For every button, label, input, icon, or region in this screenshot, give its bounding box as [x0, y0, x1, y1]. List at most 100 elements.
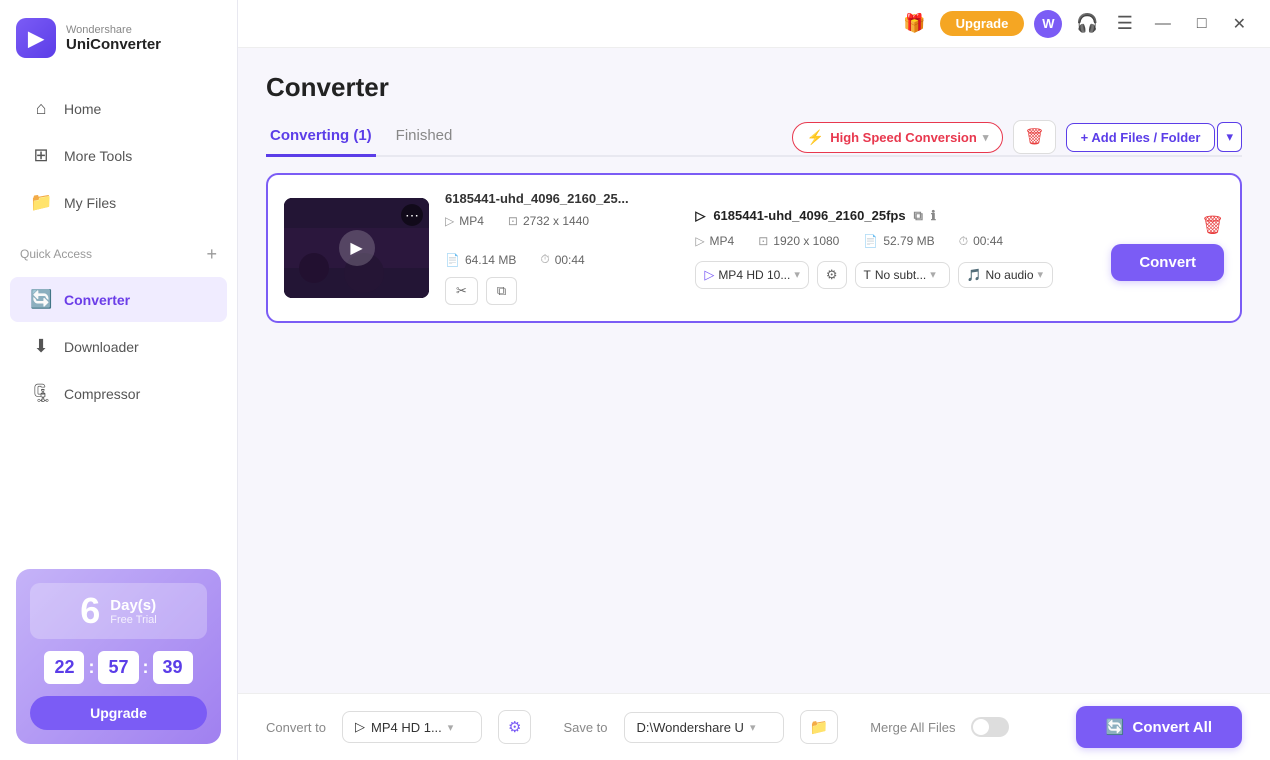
output-duration-icon: ⏱: [959, 234, 968, 249]
convert-to-select[interactable]: ▷ MP4 HD 1... ▾: [342, 711, 482, 743]
output-format-icon: ▷: [695, 208, 705, 224]
quick-access-add-button[interactable]: +: [206, 245, 217, 263]
sidebar-item-compressor[interactable]: 🗜 Compressor: [10, 371, 227, 416]
menu-icon[interactable]: ☰: [1113, 9, 1137, 38]
delete-all-button[interactable]: 🗑: [1013, 120, 1055, 154]
upgrade-button-sidebar[interactable]: Upgrade: [30, 696, 207, 730]
output-resolution-icon: ⊡: [758, 234, 768, 248]
merge-all-files-label: Merge All Files: [870, 720, 955, 735]
page-content: Converter Converting (1) Finished ⚡ High…: [238, 48, 1270, 693]
add-files-dropdown-button[interactable]: ▾: [1217, 122, 1242, 152]
save-to-chevron: ▾: [750, 721, 756, 734]
sidebar-item-label: My Files: [64, 195, 116, 211]
add-files-chevron-icon: ▾: [1226, 129, 1233, 144]
audio-select-dropdown[interactable]: 🎵 No audio ▾: [958, 262, 1053, 288]
sidebar-item-downloader[interactable]: ⬇ Downloader: [10, 324, 227, 369]
subtitle-select-dropdown[interactable]: T No subt... ▾: [855, 262, 950, 288]
format-select-dropdown[interactable]: ▷ MP4 HD 10... ▾: [695, 261, 809, 289]
home-icon: ⌂: [30, 98, 52, 119]
titlebar: 🎁 Upgrade W 🎧 ☰ — □ ✕: [238, 0, 1270, 48]
source-file-name: 6185441-uhd_4096_2160_25...: [445, 191, 679, 206]
close-button[interactable]: ✕: [1225, 10, 1254, 38]
maximize-button[interactable]: □: [1189, 11, 1215, 37]
sidebar-item-converter[interactable]: 🔄 Converter: [10, 277, 227, 322]
add-files-button[interactable]: + Add Files / Folder: [1066, 123, 1216, 152]
source-format-item: ▷ MP4: [445, 214, 484, 228]
file-thumbnail: ▶ ⋯: [284, 198, 429, 298]
sidebar-item-label: Compressor: [64, 386, 140, 402]
source-file-actions: ✂ ⧉: [445, 277, 679, 305]
convert-to-settings-button[interactable]: ⚙: [498, 710, 531, 744]
headset-icon[interactable]: 🎧: [1072, 9, 1102, 38]
sidebar-item-home[interactable]: ⌂ Home: [10, 86, 227, 131]
high-speed-conversion-button[interactable]: ⚡ High Speed Conversion ▾: [792, 122, 1004, 153]
merge-toggle[interactable]: [971, 717, 1009, 737]
my-files-icon: 📁: [30, 192, 52, 213]
file-delete-button[interactable]: 🗑: [1201, 215, 1224, 236]
save-to-label: Save to: [563, 720, 607, 735]
minimize-button[interactable]: —: [1147, 11, 1179, 37]
quick-access-label: Quick Access: [20, 247, 92, 261]
source-format: MP4: [459, 214, 484, 228]
delete-icon: 🗑: [1024, 129, 1044, 146]
days-word: Day(s): [110, 597, 156, 614]
product-name: UniConverter: [66, 36, 161, 53]
trial-card: 6 Day(s) Free Trial 22 : 57 : 39 Upgrade: [16, 569, 221, 744]
source-size: 64.14 MB: [465, 253, 516, 267]
brand-name: Wondershare: [66, 24, 161, 36]
tabs-toolbar: Converting (1) Finished ⚡ High Speed Con…: [266, 119, 1242, 157]
convert-button[interactable]: Convert: [1111, 244, 1224, 281]
save-to-select[interactable]: D:\Wondershare U ▾: [624, 712, 784, 743]
sidebar-item-label: Downloader: [64, 339, 139, 355]
format-icon: ▷: [445, 214, 454, 228]
info-icon[interactable]: ℹ: [931, 208, 936, 224]
lightning-icon: ⚡: [807, 129, 824, 146]
quick-access-header: Quick Access +: [0, 235, 237, 267]
output-format-icon2: ▷: [695, 234, 704, 248]
sidebar-item-my-files[interactable]: 📁 My Files: [10, 180, 227, 225]
convert-all-button[interactable]: 🔄 Convert All: [1076, 706, 1242, 748]
file-card: ▶ ⋯ 6185441-uhd_4096_2160_25... ▷ MP4 ⊡ …: [266, 173, 1242, 323]
convert-all-label: Convert All: [1133, 719, 1212, 736]
tab-finished[interactable]: Finished: [392, 119, 457, 157]
output-controls: ▷ MP4 HD 10... ▾ ⚙ T No subt... ▾ 🎵 N: [695, 261, 1075, 289]
free-trial-label: Free Trial: [110, 614, 156, 626]
page-title: Converter: [266, 72, 1242, 103]
settings-control-button[interactable]: ⚙: [817, 261, 847, 289]
format-select-icon: ▷: [704, 267, 714, 283]
countdown: 22 : 57 : 39: [30, 651, 207, 684]
avatar[interactable]: W: [1034, 10, 1062, 38]
output-format: MP4: [710, 234, 735, 248]
duration-icon: ⏱: [540, 252, 549, 267]
source-size-item: 📄 64.14 MB: [445, 252, 516, 267]
subtitle-select-value: No subt...: [875, 268, 926, 282]
audio-icon: 🎵: [967, 268, 982, 282]
file-list: ▶ ⋯ 6185441-uhd_4096_2160_25... ▷ MP4 ⊡ …: [266, 157, 1242, 693]
converter-icon: 🔄: [30, 289, 52, 310]
sidebar-item-more-tools[interactable]: ⊞ More Tools: [10, 133, 227, 178]
convert-to-chevron: ▾: [448, 721, 454, 734]
gift-icon[interactable]: 🎁: [899, 9, 929, 38]
main-content: 🎁 Upgrade W 🎧 ☰ — □ ✕ Converter Converti…: [238, 0, 1270, 760]
output-size: 52.79 MB: [883, 234, 934, 248]
countdown-sep1: :: [88, 657, 94, 678]
copy-button[interactable]: ⧉: [486, 277, 517, 305]
speed-chevron-icon: ▾: [983, 131, 989, 144]
output-size-icon: 📄: [863, 234, 878, 248]
open-external-icon[interactable]: ⧉: [914, 208, 923, 224]
cut-button[interactable]: ✂: [445, 277, 478, 305]
thumbnail-more-icon[interactable]: ⋯: [401, 204, 423, 226]
tab-converting[interactable]: Converting (1): [266, 119, 376, 157]
more-tools-icon: ⊞: [30, 145, 52, 166]
save-to-folder-button[interactable]: 📁: [800, 710, 839, 744]
upgrade-button-top[interactable]: Upgrade: [940, 11, 1025, 36]
convert-to-label: Convert to: [266, 720, 326, 735]
subtitle-chevron: ▾: [930, 268, 936, 281]
source-file-meta: ▷ MP4 ⊡ 2732 x 1440 📄 64.14 MB ⏱: [445, 214, 679, 267]
output-format-item: ▷ MP4: [695, 234, 734, 249]
output-resolution: 1920 x 1080: [773, 234, 839, 248]
size-icon: 📄: [445, 253, 460, 267]
convert-all-icon: 🔄: [1106, 718, 1125, 736]
toolbar-right: ⚡ High Speed Conversion ▾ 🗑 + Add Files …: [792, 120, 1242, 154]
play-button-overlay[interactable]: ▶: [339, 230, 375, 266]
